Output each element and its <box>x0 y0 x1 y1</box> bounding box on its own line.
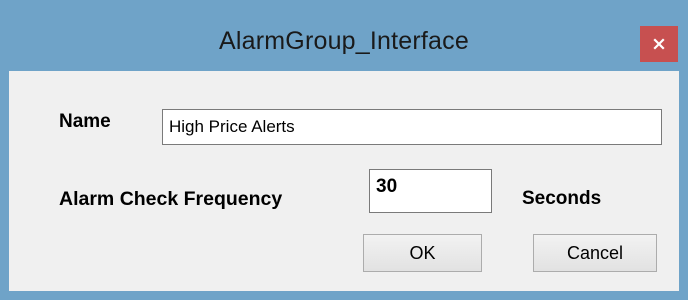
ok-button[interactable]: OK <box>363 234 482 272</box>
close-icon <box>653 38 665 50</box>
window-title: AlarmGroup_Interface <box>219 27 469 55</box>
frequency-input[interactable]: 30 <box>369 169 492 213</box>
close-button[interactable] <box>640 26 678 62</box>
dialog-body: Name High Price Alerts Alarm Check Frequ… <box>9 71 679 291</box>
seconds-unit-label: Seconds <box>522 188 602 209</box>
dialog-window: AlarmGroup_Interface Name High Price Ale… <box>0 0 688 300</box>
name-label: Name <box>59 111 111 132</box>
cancel-button[interactable]: Cancel <box>533 234 657 272</box>
name-input[interactable]: High Price Alerts <box>162 109 662 145</box>
alarm-check-frequency-label: Alarm Check Frequency <box>59 188 283 210</box>
